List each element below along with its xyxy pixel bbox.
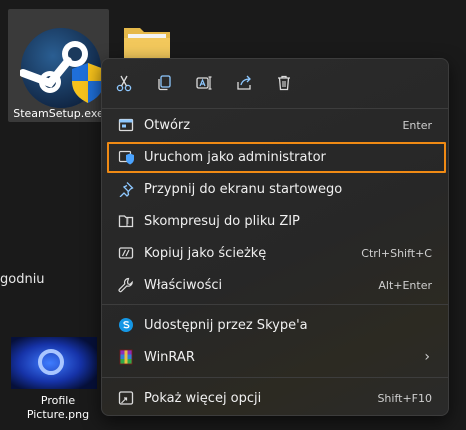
menu-item-shortcut: Ctrl+Shift+C [361,246,432,260]
menu-separator [102,304,448,305]
steam-setup-label: SteamSetup.exe [13,107,104,120]
menu-item-shortcut: Shift+F10 [377,391,432,405]
share-icon [237,75,251,90]
menu-item-pin-to-start[interactable]: Przypnij do ekranu startowego [108,174,442,204]
context-toolbar [102,67,448,101]
menu-item-open[interactable]: Otwórz Enter [108,110,442,140]
menu-item-label: Właściwości [144,277,223,293]
menu-item-show-more-options[interactable]: Pokaż więcej opcji Shift+F10 [108,383,442,413]
menu-item-label: Udostępnij przez Skype'a [144,317,308,333]
chevron-right-icon: › [424,349,430,365]
menu-item-label: Otwórz [144,117,191,133]
profile-picture-thumbnail[interactable] [11,337,97,389]
folder-icon[interactable] [122,22,172,62]
delete-icon [278,75,290,91]
wrench-icon [116,275,136,295]
steam-icon [20,28,104,108]
cut-button[interactable] [108,67,140,99]
menu-item-shortcut: Enter [402,118,432,132]
rename-button[interactable] [188,67,220,99]
rename-icon [196,76,212,90]
share-button[interactable] [228,67,260,99]
profile-picture-label-line2: Picture.png [26,408,90,421]
menu-item-label: Skompresuj do pliku ZIP [144,213,300,229]
menu-item-label: Przypnij do ekranu startowego [144,181,343,197]
skype-icon [116,315,136,335]
open-icon [116,115,136,135]
run-as-admin-highlight-frame [107,142,446,173]
winrar-icon [116,347,136,367]
menu-separator [102,377,448,378]
menu-item-label: Pokaż więcej opcji [144,390,262,406]
menu-item-properties[interactable]: Właściwości Alt+Enter [108,270,442,300]
cut-icon [116,75,132,92]
menu-item-label: Kopiuj jako ścieżkę [144,245,267,261]
menu-item-copy-as-path[interactable]: Kopiuj jako ścieżkę Ctrl+Shift+C [108,238,442,268]
context-menu: Otwórz Enter Uruchom jako administrator … [101,58,449,416]
pin-icon [116,179,136,199]
profile-picture-label-line1: Profile [40,394,76,407]
steam-setup-desktop-item[interactable]: SteamSetup.exe [8,9,109,122]
zip-icon [116,211,136,231]
menu-item-label: WinRAR [144,349,195,365]
copy-icon [158,75,171,91]
menu-item-shortcut: Alt+Enter [378,278,432,292]
copy-button[interactable] [148,67,180,99]
copy-path-icon [116,243,136,263]
menu-item-share-skype[interactable]: Udostępnij przez Skype'a [108,310,442,340]
more-options-icon [116,388,136,408]
desktop-text-fragment: godniu [0,272,45,287]
menu-item-compress-zip[interactable]: Skompresuj do pliku ZIP [108,206,442,236]
menu-item-winrar[interactable]: WinRAR › [108,342,442,372]
menu-separator [102,108,448,109]
profile-picture-label: Profile Picture.png [10,394,106,422]
delete-button[interactable] [268,67,300,99]
